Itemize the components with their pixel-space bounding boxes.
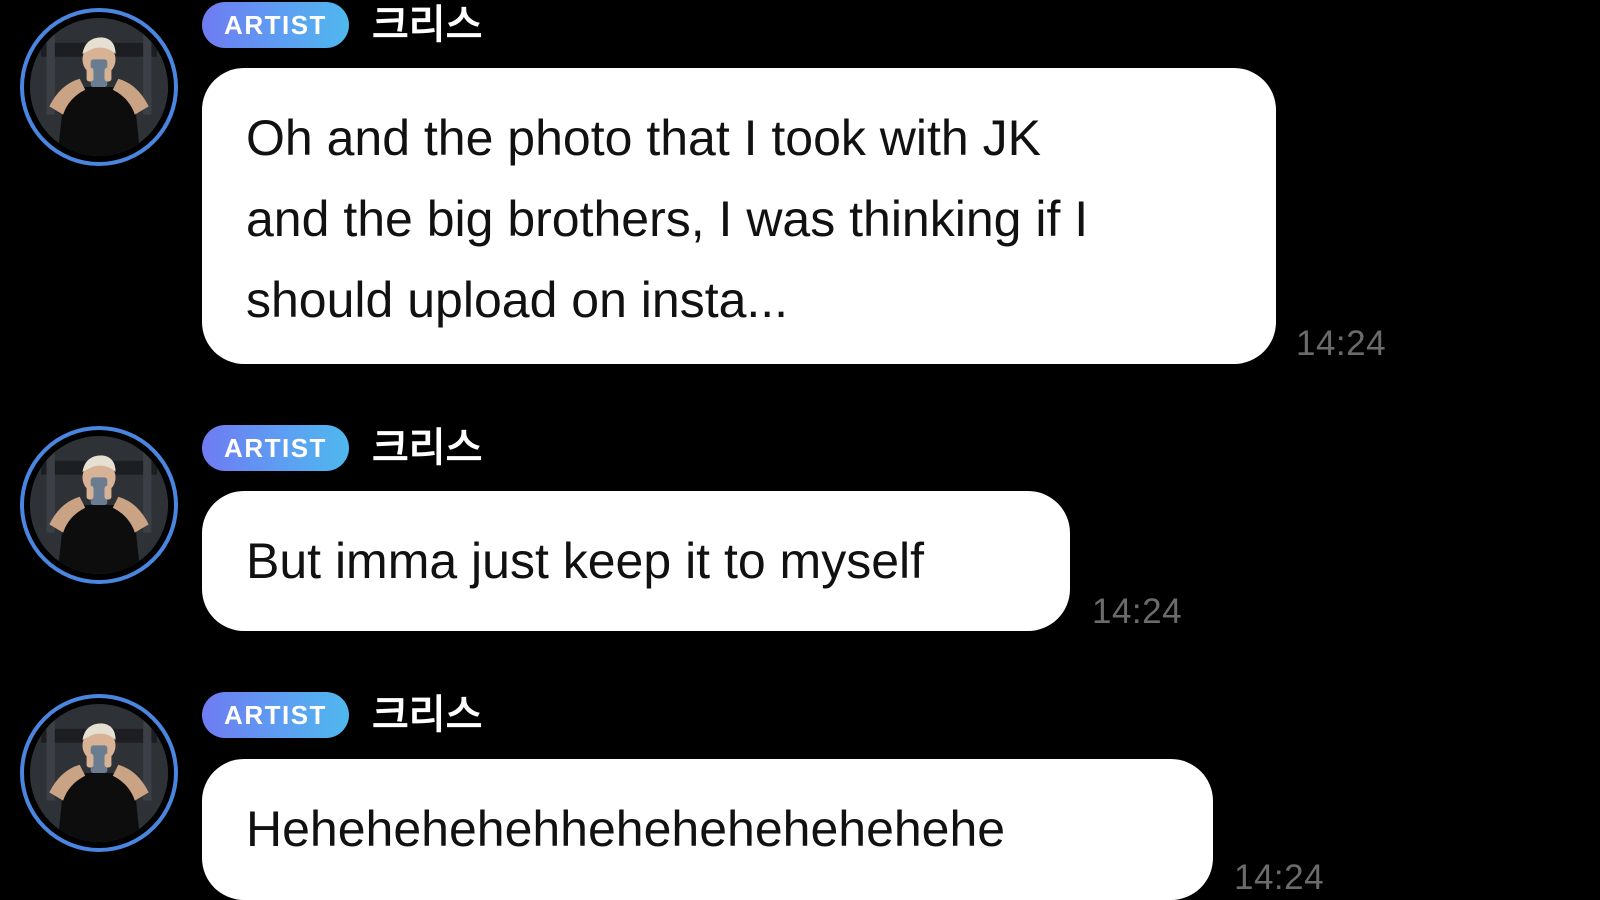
artist-avatar[interactable] — [20, 426, 178, 584]
message-timestamp: 14:24 — [1296, 324, 1387, 363]
person-photo-icon — [30, 704, 168, 842]
artist-avatar[interactable] — [20, 694, 178, 852]
artist-badge: ARTIST — [202, 425, 349, 471]
message-bubble[interactable]: Oh and the photo that I took with JK and… — [202, 68, 1276, 364]
message-timestamp: 14:24 — [1234, 858, 1325, 897]
avatar-photo — [30, 18, 168, 156]
message-bubble[interactable]: Hehehehehehhehehehehehehehe — [202, 759, 1213, 900]
message-bubble[interactable]: But imma just keep it to myself — [202, 491, 1070, 631]
artist-avatar[interactable] — [20, 8, 178, 166]
artist-badge: ARTIST — [202, 692, 349, 738]
artist-badge: ARTIST — [202, 2, 349, 48]
sender-name: 크리스 — [372, 692, 483, 738]
sender-name: 크리스 — [372, 2, 483, 48]
avatar-photo — [30, 436, 168, 574]
sender-name: 크리스 — [372, 425, 483, 471]
person-photo-icon — [30, 18, 168, 156]
avatar-photo — [30, 704, 168, 842]
person-photo-icon — [30, 436, 168, 574]
message-timestamp: 14:24 — [1092, 592, 1183, 631]
